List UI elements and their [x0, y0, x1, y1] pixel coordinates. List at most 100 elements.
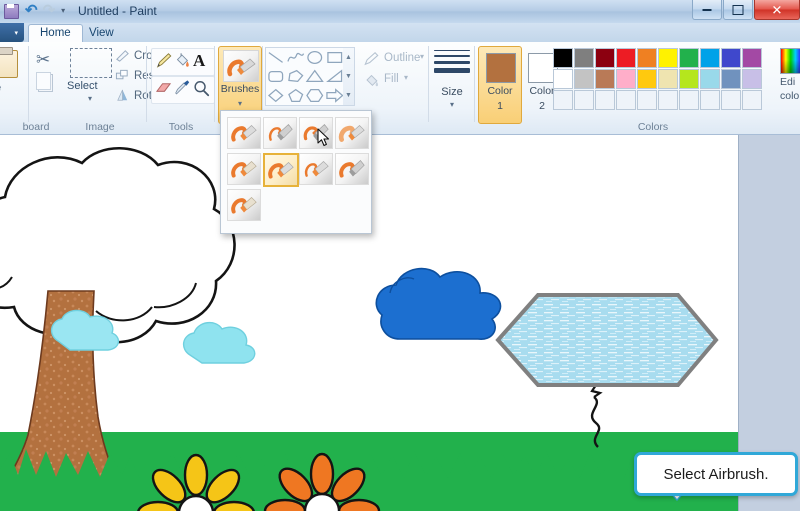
- shape-triangle-icon[interactable]: [305, 67, 325, 86]
- palette-swatch[interactable]: [637, 90, 657, 110]
- palette-row-2[interactable]: [553, 69, 762, 89]
- shape-rounded-rectangle-icon[interactable]: [266, 67, 286, 86]
- palette-swatch[interactable]: [574, 90, 594, 110]
- select-label[interactable]: Select: [67, 80, 98, 92]
- ribbon: te ✂ board Select ▾ Crop Resize Rotate: [0, 42, 800, 135]
- maximize-button[interactable]: [723, 0, 753, 20]
- palette-swatch[interactable]: [595, 90, 615, 110]
- brush-calligraphy-1-item[interactable]: [263, 117, 297, 149]
- color-picker-tool-icon[interactable]: [173, 79, 191, 98]
- palette-row-1[interactable]: [553, 48, 762, 68]
- palette-swatch[interactable]: [574, 48, 594, 68]
- outline-button[interactable]: Outline: [384, 52, 420, 64]
- close-button[interactable]: ✕: [754, 0, 800, 20]
- minimize-button[interactable]: [692, 0, 722, 20]
- shapes-gallery[interactable]: [265, 47, 345, 106]
- color1-button[interactable]: Color 1: [478, 46, 522, 124]
- palette-swatch[interactable]: [700, 69, 720, 89]
- palette-swatch[interactable]: [721, 90, 741, 110]
- brush-crayon-item[interactable]: [299, 153, 333, 185]
- paste-icon[interactable]: [0, 47, 18, 78]
- palette-swatch[interactable]: [553, 90, 573, 110]
- redo-icon[interactable]: ↷: [43, 3, 56, 18]
- palette-swatch[interactable]: [595, 69, 615, 89]
- fill-caret-icon[interactable]: ▾: [404, 73, 408, 82]
- shape-polygon-icon[interactable]: [286, 67, 306, 86]
- pencil-tool-icon[interactable]: [155, 51, 173, 70]
- shape-rectangle-icon[interactable]: [325, 48, 345, 67]
- size-caret-icon[interactable]: ▾: [430, 100, 474, 109]
- save-icon[interactable]: [4, 2, 20, 19]
- palette-swatch[interactable]: [658, 69, 678, 89]
- select-icon[interactable]: [70, 48, 112, 78]
- text-tool-icon[interactable]: A: [193, 51, 205, 71]
- palette-swatch[interactable]: [721, 48, 741, 68]
- tab-home[interactable]: Home: [28, 24, 83, 43]
- tab-view[interactable]: View: [78, 25, 125, 42]
- palette-swatch[interactable]: [658, 48, 678, 68]
- palette-swatch[interactable]: [616, 48, 636, 68]
- edit-colors-button[interactable]: Edi colo: [780, 48, 800, 102]
- palette-swatch[interactable]: [742, 69, 762, 89]
- palette-swatch[interactable]: [721, 69, 741, 89]
- shape-diamond-icon[interactable]: [266, 86, 286, 105]
- brush-natural-pencil-item[interactable]: [227, 189, 261, 221]
- shapes-scrollbar[interactable]: ▲ ▼ ▼: [343, 47, 355, 106]
- scroll-up-icon[interactable]: ▲: [343, 48, 354, 67]
- brush-ordinary-item[interactable]: [227, 117, 261, 149]
- file-menu-button[interactable]: ▾: [0, 23, 24, 42]
- brush-marker-icon: [339, 160, 365, 178]
- palette-swatch[interactable]: [679, 90, 699, 110]
- select-caret-icon[interactable]: ▾: [88, 94, 92, 103]
- palette-swatch[interactable]: [574, 69, 594, 89]
- brush-oil-item[interactable]: [227, 153, 261, 185]
- brush-natural-pencil-icon: [231, 197, 257, 214]
- brush-airbrush-preview-item[interactable]: [335, 117, 369, 149]
- palette-row-3[interactable]: [553, 90, 762, 110]
- shape-pentagon-icon[interactable]: [286, 86, 306, 105]
- brush-airbrush-item[interactable]: [263, 153, 299, 187]
- color-palette[interactable]: [553, 48, 762, 110]
- fill-tool-icon[interactable]: [173, 51, 191, 70]
- scroll-down-icon[interactable]: ▼: [343, 67, 354, 86]
- palette-swatch[interactable]: [742, 90, 762, 110]
- palette-swatch[interactable]: [658, 90, 678, 110]
- paste-label: te: [0, 82, 1, 94]
- shape-oval-icon[interactable]: [305, 48, 325, 67]
- palette-swatch[interactable]: [700, 48, 720, 68]
- palette-swatch[interactable]: [700, 90, 720, 110]
- palette-swatch[interactable]: [742, 48, 762, 68]
- palette-swatch[interactable]: [637, 48, 657, 68]
- colors-group-label: Colors: [637, 121, 669, 133]
- brush-icon: [223, 50, 259, 82]
- palette-swatch[interactable]: [679, 48, 699, 68]
- outline-icon: [364, 52, 379, 66]
- eraser-tool-icon[interactable]: [154, 80, 173, 97]
- palette-swatch[interactable]: [553, 69, 573, 89]
- shape-line-icon[interactable]: [266, 48, 286, 67]
- shape-hexagon-icon[interactable]: [305, 86, 325, 105]
- palette-swatch[interactable]: [679, 69, 699, 89]
- outline-caret-icon[interactable]: ▾: [420, 52, 424, 61]
- magnifier-tool-icon[interactable]: [192, 79, 210, 98]
- undo-icon[interactable]: ↶: [25, 3, 38, 18]
- shape-right-triangle-icon[interactable]: [325, 67, 345, 86]
- shape-right-arrow-icon[interactable]: [325, 86, 345, 105]
- customize-qat-icon[interactable]: ▾: [61, 6, 65, 15]
- size-label[interactable]: Size: [430, 86, 474, 98]
- title-bar: ↶ ↷ ▾ Untitled - Paint ✕: [0, 0, 800, 24]
- chevron-down-icon[interactable]: ▾: [219, 99, 261, 108]
- palette-swatch[interactable]: [553, 48, 573, 68]
- fill-button[interactable]: Fill: [384, 73, 399, 85]
- brushes-dropdown-menu[interactable]: [220, 110, 372, 234]
- brush-marker-item[interactable]: [335, 153, 369, 185]
- mouse-cursor: [317, 128, 330, 147]
- scroll-more-icon[interactable]: ▼: [343, 86, 354, 105]
- color1-label-bottom: 1: [497, 100, 503, 112]
- palette-swatch[interactable]: [637, 69, 657, 89]
- palette-swatch[interactable]: [595, 48, 615, 68]
- shape-curve-icon[interactable]: [286, 48, 306, 67]
- palette-swatch[interactable]: [616, 90, 636, 110]
- palette-swatch[interactable]: [616, 69, 636, 89]
- size-preview[interactable]: [434, 50, 470, 82]
